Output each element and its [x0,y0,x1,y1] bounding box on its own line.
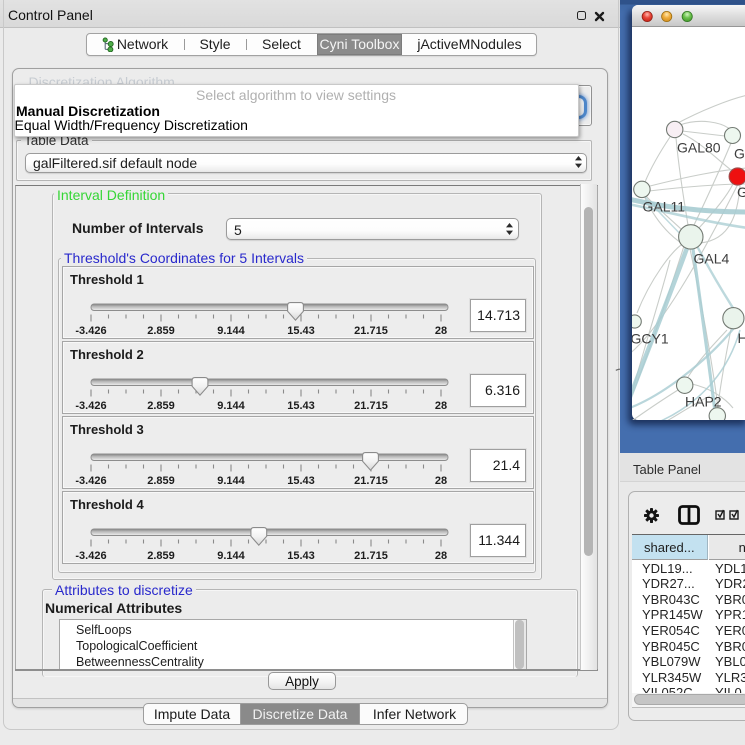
svg-text:G: G [737,184,745,200]
svg-text:GAL11: GAL11 [643,199,686,215]
svg-text:H: H [738,330,745,346]
svg-text:HAP2: HAP2 [685,394,722,410]
svg-text:GAL4: GAL4 [694,251,730,267]
svg-text:GCY1: GCY1 [632,331,669,347]
svg-text:GAL80: GAL80 [677,140,721,156]
svg-text:GA: GA [734,146,745,162]
